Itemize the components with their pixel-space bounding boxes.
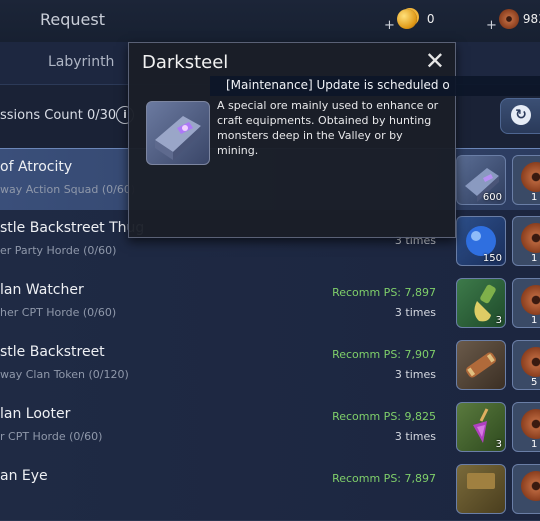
mission-row[interactable]: an Eye Recomm PS: 7,897 (0, 458, 540, 521)
scroll-icon (466, 352, 496, 378)
reward2-qty: 1 (531, 253, 538, 264)
plus-icon: + (486, 17, 497, 33)
reward-qty: 3 (495, 439, 502, 450)
copper-currency[interactable]: + 983 (486, 9, 540, 33)
chest-icon (467, 473, 495, 489)
maintenance-banner: [Maintenance] Update is scheduled o (210, 76, 540, 96)
reward-coin[interactable]: 1 (512, 216, 540, 266)
missions-count: ssions Count 0/30 (0, 108, 117, 123)
copper-amount: 983 (522, 12, 540, 26)
mission-sub: er Party Horde (0/60) (0, 244, 117, 257)
copper-coin-icon (521, 471, 540, 501)
mission-times: 3 times (394, 368, 436, 381)
tab-labyrinth[interactable]: Labyrinth (48, 54, 114, 70)
copper-coin-icon (521, 223, 540, 253)
mission-times: 3 times (394, 306, 436, 319)
reward-qty: 3 (495, 315, 502, 326)
gold-currency[interactable]: + 0 (384, 9, 435, 33)
mission-sub: r CPT Horde (0/60) (0, 430, 103, 443)
recommended-ps: Recomm PS: 7,907 (332, 348, 436, 361)
reward-coin[interactable] (512, 464, 540, 514)
reward2-qty: 1 (531, 192, 538, 203)
mission-row[interactable]: lan Looter r CPT Horde (0/60) Recomm PS:… (0, 396, 540, 459)
darksteel-ingot-icon (155, 116, 201, 160)
mission-row[interactable]: stle Backstreet way Clan Token (0/120) R… (0, 334, 540, 397)
mission-name: an Eye (0, 468, 48, 484)
mission-times: 3 times (394, 430, 436, 443)
top-bar: Request + 0 + 983 (0, 0, 540, 42)
banner-text: [Maintenance] Update is scheduled o (226, 78, 450, 92)
reward2-qty: 5 (531, 377, 538, 388)
reward-item[interactable] (456, 464, 506, 514)
refresh-button[interactable]: ↻ (500, 98, 540, 134)
copper-coin-icon (521, 347, 540, 377)
mission-sub: way Clan Token (0/120) (0, 368, 129, 381)
mission-name: stle Backstreet (0, 344, 105, 360)
reward-coin[interactable]: 1 (512, 155, 540, 205)
tooltip-title: Darksteel (142, 52, 229, 73)
reward-coin[interactable]: 1 (512, 278, 540, 328)
request-tab[interactable]: Request (40, 10, 105, 29)
plus-icon: + (384, 17, 395, 33)
recommended-ps: Recomm PS: 7,897 (332, 286, 436, 299)
gold-amount: 0 (426, 12, 435, 26)
recommended-ps: Recomm PS: 7,897 (332, 472, 436, 485)
reward2-qty: 1 (531, 439, 538, 450)
reward-coin[interactable]: 1 (512, 402, 540, 452)
mission-name: of Atrocity (0, 159, 73, 175)
reward-qty: 150 (482, 253, 502, 264)
refresh-icon: ↻ (511, 105, 531, 125)
recommended-ps: Recomm PS: 9,825 (332, 410, 436, 423)
reward2-qty: 1 (531, 315, 538, 326)
reward-blue-orb[interactable]: 150 (456, 216, 506, 266)
gold-coin-icon (396, 9, 417, 29)
mission-row[interactable]: lan Watcher her CPT Horde (0/60) Recomm … (0, 272, 540, 335)
copper-coin-icon (521, 162, 540, 192)
mission-name: lan Watcher (0, 282, 84, 298)
item-tooltip: Darksteel ✕ A special ore mainly used to… (128, 42, 456, 238)
reward-darksteel[interactable]: 600 (456, 155, 506, 205)
tooltip-description: A special ore mainly used to enhance or … (217, 99, 439, 157)
darksteel-item-icon (146, 101, 210, 165)
copper-coin-icon (498, 9, 519, 29)
reward-scroll[interactable] (456, 340, 506, 390)
reward-qty: 600 (482, 192, 502, 203)
reward-potion[interactable]: 3 (456, 278, 506, 328)
mission-name: lan Looter (0, 406, 71, 422)
reward-pendant[interactable]: 3 (456, 402, 506, 452)
copper-coin-icon (521, 409, 540, 439)
mission-sub: way Action Squad (0/60) (0, 183, 136, 196)
copper-coin-icon (521, 285, 540, 315)
mission-name: stle Backstreet Thug (0, 220, 145, 236)
mission-sub: her CPT Horde (0/60) (0, 306, 117, 319)
reward-coin[interactable]: 5 (512, 340, 540, 390)
close-icon[interactable]: ✕ (425, 49, 445, 73)
